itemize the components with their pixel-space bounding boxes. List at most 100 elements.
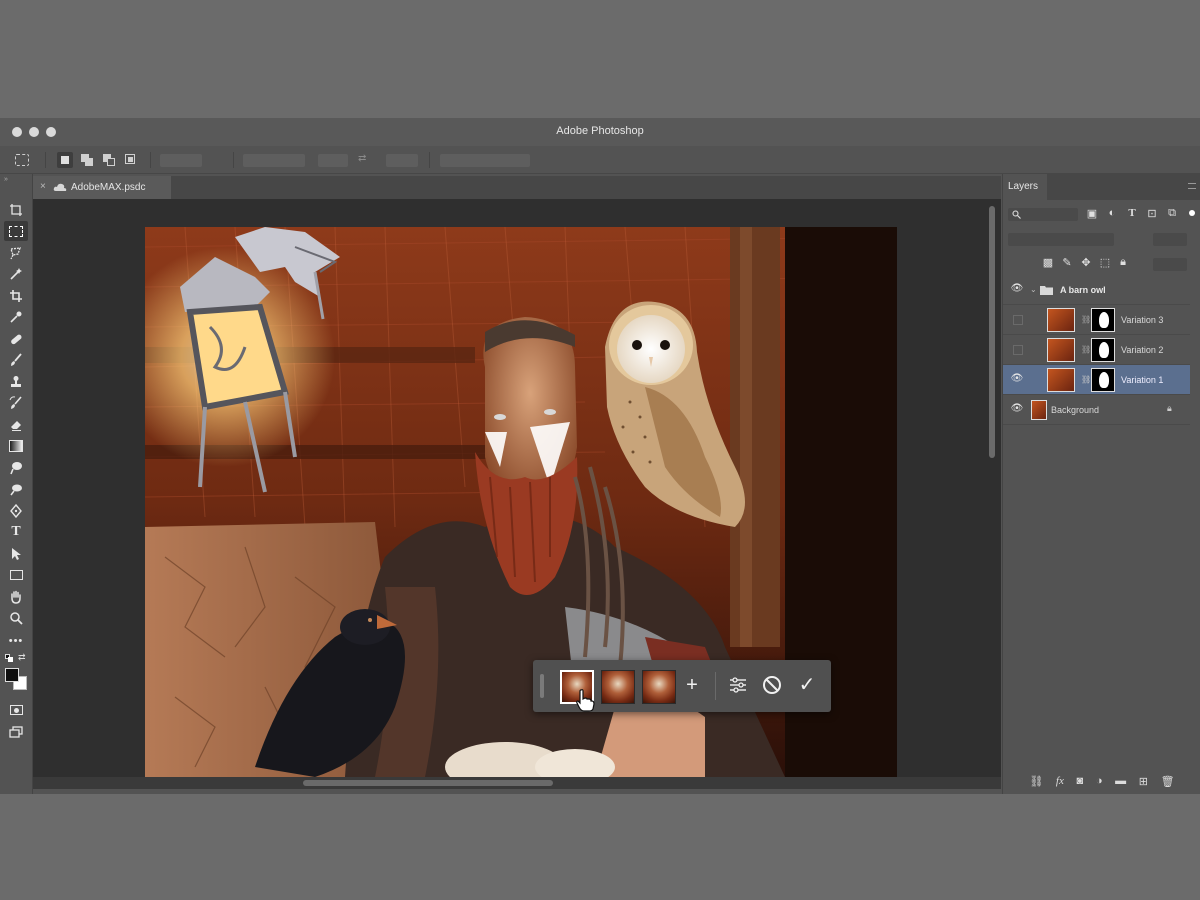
hand-icon[interactable] <box>4 587 28 607</box>
history-brush-icon[interactable] <box>4 393 28 413</box>
path-selection-icon[interactable] <box>4 544 28 564</box>
layers-tab[interactable]: Layers <box>1003 174 1047 200</box>
link-icon[interactable]: ⛓ <box>1081 315 1091 324</box>
new-layer-icon[interactable]: ⊞ <box>1139 775 1148 788</box>
crop-icon[interactable] <box>4 286 28 306</box>
more-tools-icon[interactable]: ••• <box>4 631 28 651</box>
visibility-eye-icon[interactable]: 👁︎ <box>1010 403 1024 414</box>
filter-type-icon[interactable]: T <box>1125 207 1139 219</box>
drag-handle[interactable] <box>540 674 544 698</box>
link-layers-icon[interactable]: ⛓ <box>1029 775 1043 788</box>
filter-adjustment-icon[interactable]: ◐ <box>1105 207 1119 219</box>
confirm-button[interactable]: ✓ <box>796 674 818 696</box>
eyedropper-icon[interactable] <box>4 307 28 327</box>
horizontal-scroll-thumb[interactable] <box>303 780 553 786</box>
photoshop-window: Adobe Photoshop ⇄ » T ••• ⇄ × AdobeMAX.p… <box>0 118 1200 794</box>
variation-thumbnail-2[interactable] <box>601 670 635 704</box>
lock-artboard-icon[interactable]: ⬚ <box>1098 256 1112 269</box>
brush-icon[interactable] <box>4 350 28 370</box>
artboard-tool-icon[interactable] <box>4 200 28 220</box>
height-field[interactable] <box>386 154 418 167</box>
document-tab[interactable]: × AdobeMAX.psdc <box>33 176 171 199</box>
lock-all-icon[interactable]: 🔒︎ <box>1116 256 1130 269</box>
new-selection-button[interactable] <box>57 152 73 168</box>
intersect-selection-button[interactable] <box>123 152 139 168</box>
marquee-preset-icon[interactable] <box>15 154 29 166</box>
filter-shape-icon[interactable]: ⊡ <box>1145 207 1159 220</box>
feather-field[interactable] <box>160 154 202 167</box>
healing-brush-icon[interactable] <box>4 329 28 349</box>
link-icon[interactable]: ⛓ <box>1081 375 1091 384</box>
link-icon[interactable]: ⛓ <box>1081 345 1091 354</box>
layer-thumbnail <box>1047 308 1075 332</box>
layer-thumbnail <box>1047 338 1075 362</box>
opacity-field[interactable] <box>1153 233 1187 246</box>
canvas-area[interactable] <box>33 199 1001 777</box>
adjust-settings-icon[interactable] <box>727 674 749 696</box>
new-group-icon[interactable]: ▬ <box>1115 775 1126 787</box>
dodge-icon[interactable] <box>4 479 28 499</box>
filter-smart-object-icon[interactable]: ⧉ <box>1165 207 1179 220</box>
chevron-down-icon[interactable]: ⌄ <box>1030 285 1037 294</box>
lasso-icon[interactable] <box>4 243 28 263</box>
pen-icon[interactable] <box>4 501 28 521</box>
eraser-icon[interactable] <box>4 415 28 435</box>
layer-row[interactable]: ⛓ Variation 3 <box>1003 305 1190 335</box>
clone-stamp-icon[interactable] <box>4 372 28 392</box>
cancel-icon[interactable] <box>761 674 783 696</box>
layer-mask-thumbnail[interactable] <box>1091 338 1115 362</box>
layer-row-selected[interactable]: 👁︎ ⛓ Variation 1 <box>1003 365 1190 395</box>
visibility-eye-icon[interactable]: 👁︎ <box>1010 283 1024 294</box>
trash-icon[interactable]: 🗑︎ <box>1161 775 1175 788</box>
type-icon[interactable]: T <box>4 522 28 542</box>
color-swatches[interactable] <box>5 668 29 692</box>
variation-thumbnail-3[interactable] <box>642 670 676 704</box>
collapse-tools-icon[interactable]: » <box>4 176 8 183</box>
add-variation-button[interactable]: + <box>681 674 703 696</box>
add-to-selection-button[interactable] <box>79 152 95 168</box>
foreground-color-swatch[interactable] <box>5 668 19 682</box>
add-mask-icon[interactable]: ◙ <box>1077 775 1084 787</box>
tools-panel: » T ••• ⇄ <box>0 174 33 794</box>
background-layer-row[interactable]: 👁︎ Background 🔒︎ <box>1003 395 1190 425</box>
default-colors-icon[interactable] <box>5 654 14 662</box>
rectangle-shape-icon[interactable] <box>4 565 28 585</box>
layer-mask-thumbnail[interactable] <box>1091 368 1115 392</box>
width-field[interactable] <box>318 154 348 167</box>
layer-group-row[interactable]: 👁︎ ⌄ A barn owl <box>1003 275 1190 305</box>
fill-field[interactable] <box>1153 258 1187 271</box>
visibility-toggle[interactable] <box>1013 315 1023 325</box>
rectangular-marquee-icon[interactable] <box>4 221 28 241</box>
adjustment-layer-icon[interactable]: ◑ <box>1096 775 1103 787</box>
zoom-icon[interactable] <box>4 608 28 628</box>
smudge-icon[interactable] <box>4 458 28 478</box>
blend-mode-select[interactable] <box>1008 233 1114 246</box>
visibility-eye-icon[interactable]: 👁︎ <box>1010 373 1024 384</box>
lock-pixels-icon[interactable]: ✎ <box>1060 256 1074 269</box>
subtract-from-selection-button[interactable] <box>101 152 117 168</box>
style-select[interactable] <box>243 154 305 167</box>
swap-colors-icon[interactable]: ⇄ <box>18 652 26 663</box>
panel-menu-icon[interactable] <box>1188 183 1196 189</box>
vertical-scroll-thumb[interactable] <box>989 206 995 458</box>
lock-transparent-icon[interactable]: ▩ <box>1041 256 1055 269</box>
layer-filter-select[interactable] <box>1008 208 1078 221</box>
document-tab-bar: × AdobeMAX.psdc <box>33 176 1001 199</box>
magic-wand-icon[interactable] <box>4 264 28 284</box>
gradient-icon[interactable] <box>4 436 28 456</box>
filter-toggle[interactable] <box>1189 210 1195 216</box>
feather-dropdown[interactable] <box>206 154 224 167</box>
visibility-toggle[interactable] <box>1013 345 1023 355</box>
lock-position-icon[interactable]: ✥ <box>1079 256 1093 269</box>
select-and-mask-button[interactable] <box>440 154 530 167</box>
quick-mask-icon[interactable] <box>4 700 28 720</box>
swap-icon[interactable]: ⇄ <box>358 153 372 167</box>
fx-icon[interactable]: fx <box>1056 775 1064 787</box>
screen-mode-icon[interactable] <box>4 722 28 742</box>
horizontal-scrollbar[interactable] <box>33 777 1001 789</box>
close-document-icon[interactable]: × <box>40 181 46 192</box>
layer-mask-thumbnail[interactable] <box>1091 308 1115 332</box>
layer-row[interactable]: ⛓ Variation 2 <box>1003 335 1190 365</box>
filter-pixel-icon[interactable]: ▣ <box>1085 207 1099 220</box>
vertical-scrollbar[interactable] <box>986 206 998 766</box>
